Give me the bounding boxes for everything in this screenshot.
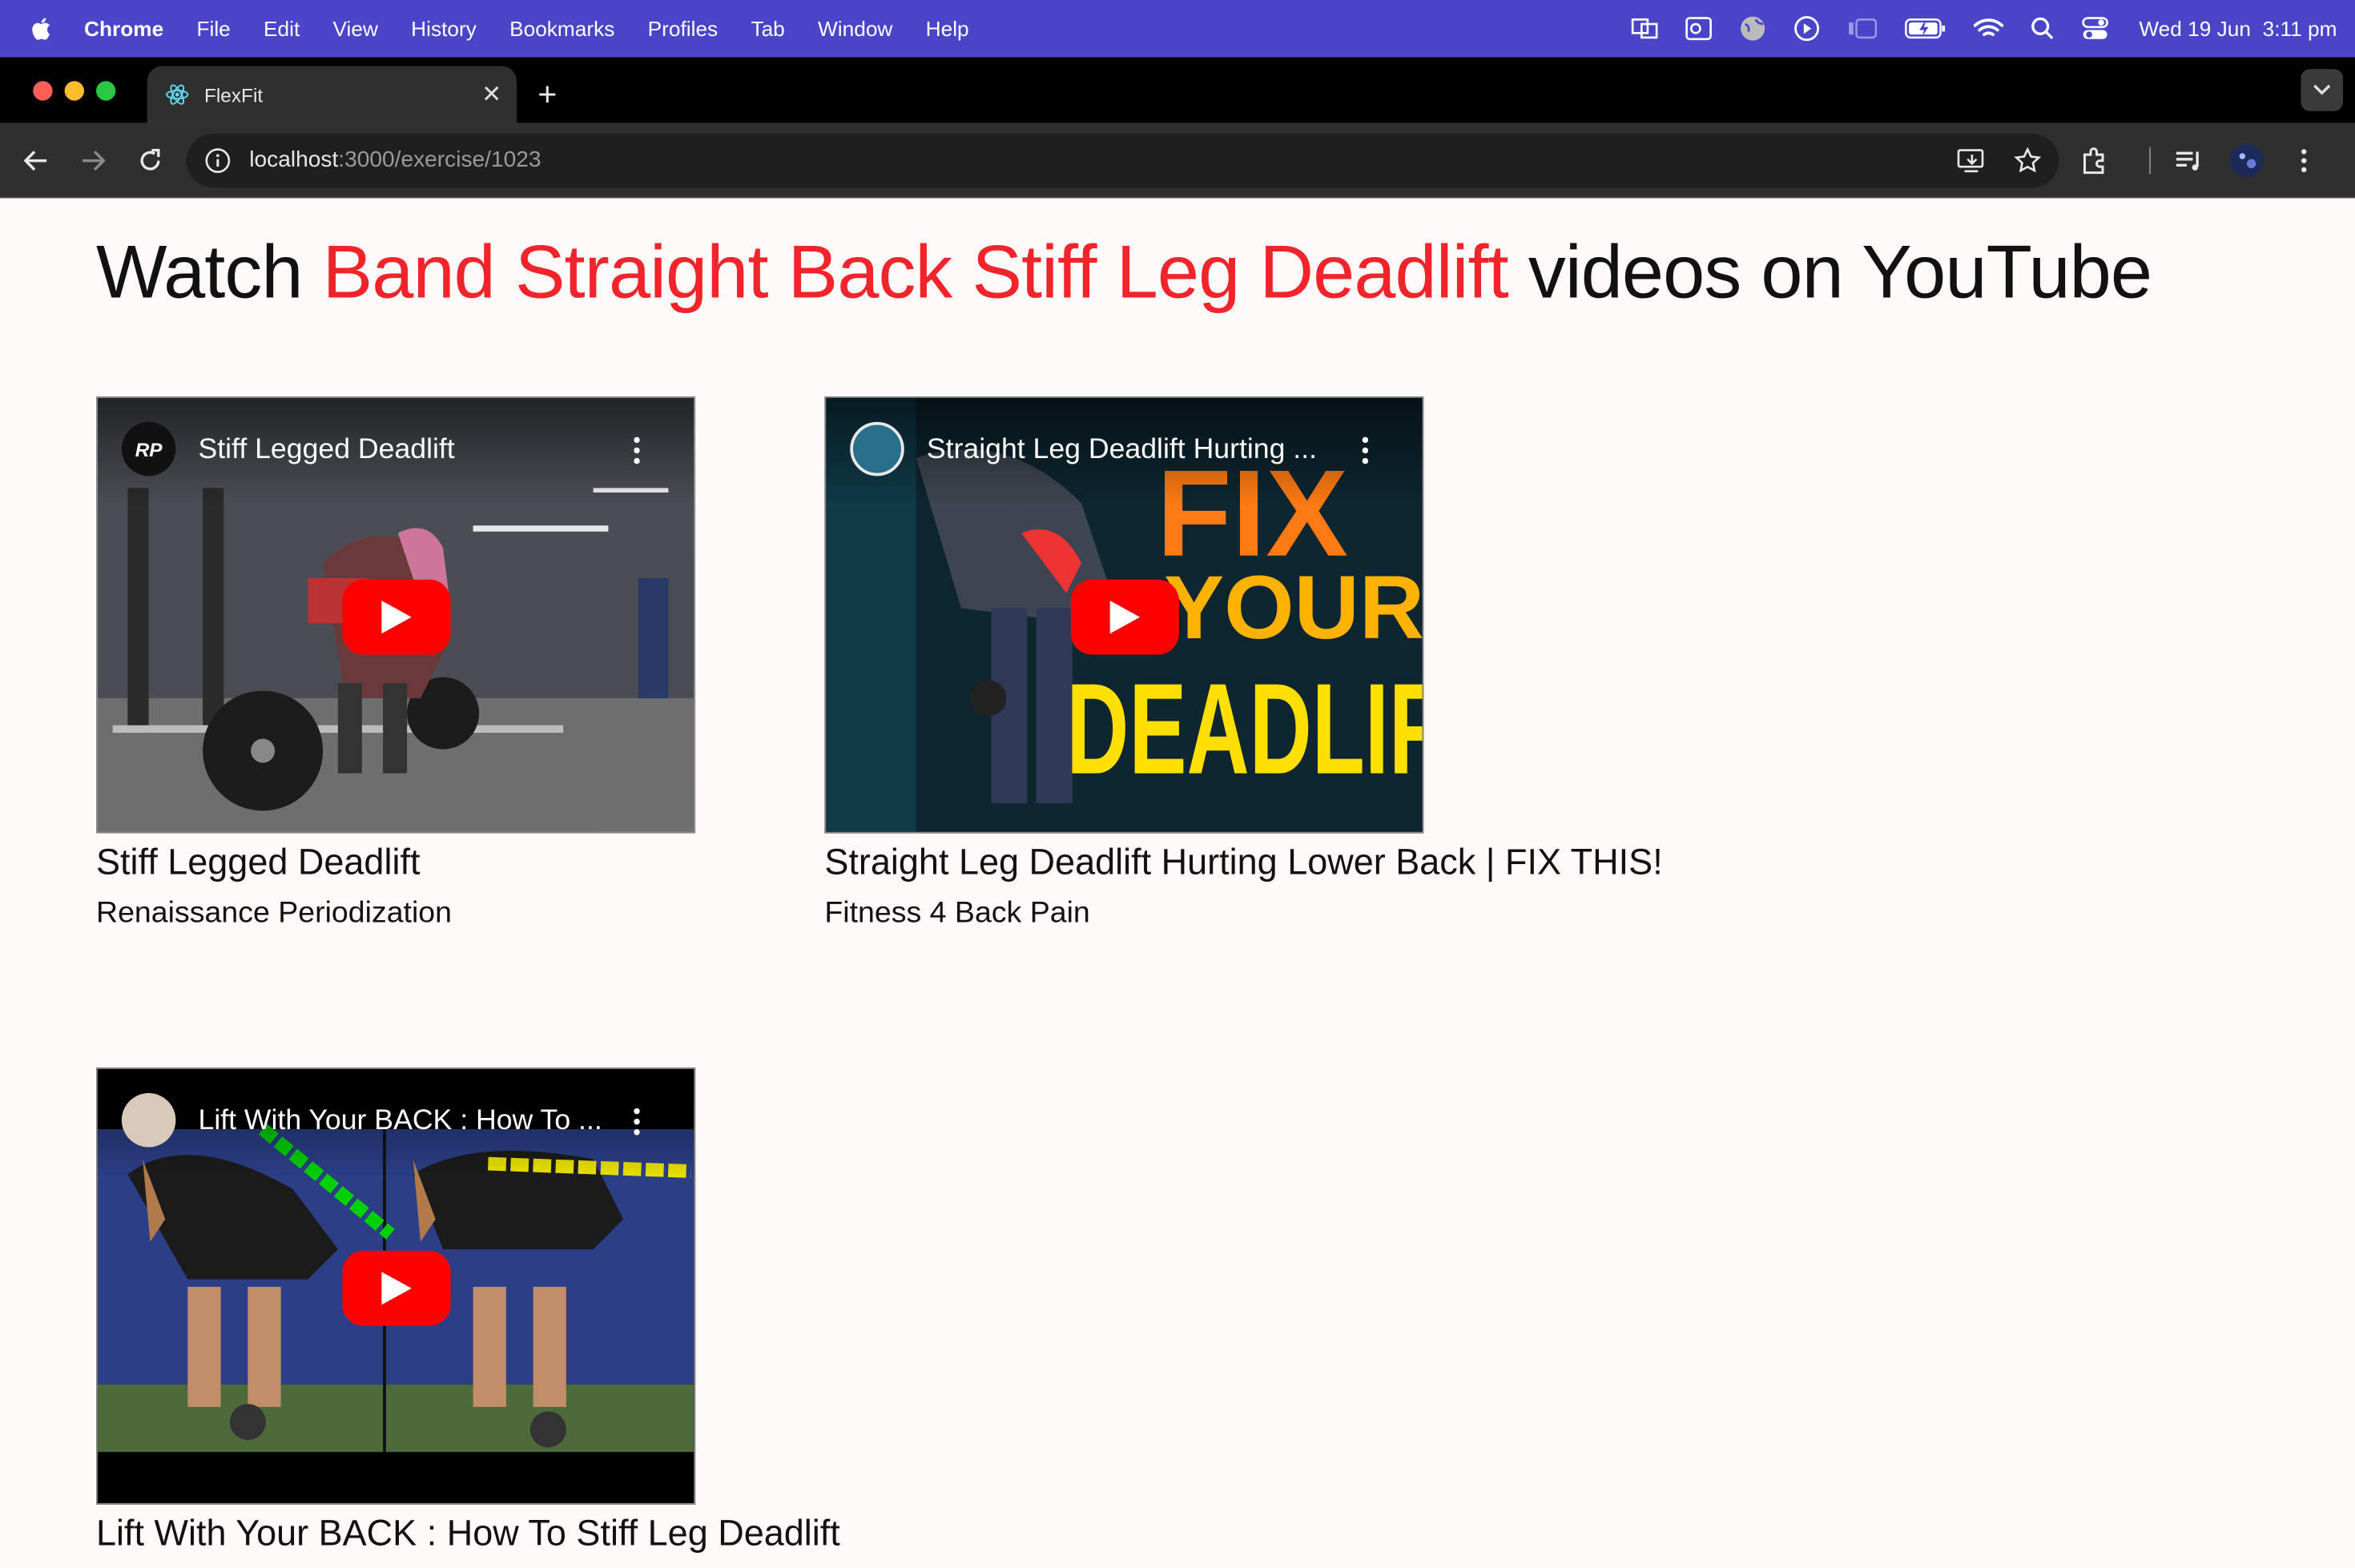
site-info-icon[interactable] [204,147,231,174]
menu-help[interactable]: Help [926,17,969,41]
tab-title: FlexFit [204,83,264,107]
more-options-icon[interactable] [1362,436,1369,464]
page-heading: Watch Band Straight Back Stiff Leg Deadl… [96,199,2259,364]
video-title[interactable]: Straight Leg Deadlift Hurting Lower Back… [824,842,1725,885]
video-card[interactable]: FIX YOUR DEADLIF Straight Leg Deadlift H… [824,396,1725,931]
stage-manager-icon[interactable] [1848,18,1878,39]
address-bar[interactable]: localhost:3000/exercise/1023 [186,132,2059,187]
translate-status-icon[interactable] [1632,18,1659,39]
toolbar-divider [2149,146,2151,174]
media-controls-button[interactable] [2169,139,2212,181]
avatar-icon [2230,143,2264,177]
url-path: :3000/exercise/1023 [338,147,541,173]
extensions-button[interactable] [2074,139,2116,181]
apple-icon[interactable] [30,15,54,42]
battery-icon[interactable] [1905,18,1947,39]
minimize-window-button[interactable] [64,80,84,100]
youtube-play-button[interactable] [1069,578,1178,654]
video-overlay-title[interactable]: Straight Leg Deadlift Hurting ... [927,434,1317,467]
browser-tab-strip: FlexFit ✕ + [0,57,2355,123]
reload-button[interactable] [129,139,171,181]
menu-bookmarks[interactable]: Bookmarks [509,17,614,41]
chevron-down-icon [2313,84,2331,95]
menu-edit[interactable]: Edit [264,17,300,41]
globe-status-icon[interactable] [1740,15,1767,42]
arrow-right-icon [83,150,106,171]
zoom-window-button[interactable] [96,80,116,100]
back-button[interactable] [15,139,58,181]
forward-button[interactable] [72,139,115,181]
active-tab[interactable]: FlexFit ✕ [147,66,517,123]
heading-prefix: Watch [96,229,303,314]
window-controls [0,57,147,123]
kebab-menu-icon [2301,148,2307,172]
thumb-text-your: YOUR [1164,557,1423,657]
chrome-menu-button[interactable] [2283,139,2325,181]
menu-history[interactable]: History [411,17,477,41]
menu-view[interactable]: View [332,17,377,41]
arrow-left-icon [24,150,47,171]
video-card[interactable]: Lift With Your BACK : How To ... Lift Wi… [96,1067,997,1567]
video-thumbnail[interactable]: FIX YOUR DEADLIF Straight Leg Deadlift H… [824,396,1424,834]
menu-profiles[interactable]: Profiles [648,17,719,41]
menubar-clock[interactable]: Wed 19 Jun 3:11 pm [2139,17,2337,41]
puzzle-icon [2083,147,2104,174]
play-status-icon[interactable] [1793,15,1821,42]
profile-avatar[interactable] [2226,139,2268,181]
youtube-play-button[interactable] [341,1249,450,1325]
macos-menubar: Chrome File Edit View History Bookmarks … [0,0,2355,58]
thumb-text-deadlift: DEADLIF [1066,657,1422,802]
play-icon [1109,600,1140,633]
menubar-time: 3:11 pm [2262,16,2337,41]
close-tab-icon[interactable]: ✕ [481,79,501,110]
outlook-status-icon[interactable] [1685,17,1713,41]
menubar-date: Wed 19 Jun [2139,16,2252,41]
menu-app-chrome[interactable]: Chrome [84,17,163,41]
video-channel: Fitness 4 Back Pain [824,896,1090,930]
react-favicon-icon [166,84,189,105]
play-icon [380,600,411,633]
menu-tab[interactable]: Tab [751,17,784,41]
reload-icon [140,147,160,170]
channel-logo[interactable]: RP [121,421,176,476]
spotlight-search-icon[interactable] [2031,17,2055,41]
youtube-play-button[interactable] [341,578,450,654]
play-icon [380,1271,411,1305]
browser-toolbar: localhost:3000/exercise/1023 [0,123,2355,199]
close-window-button[interactable] [33,80,53,100]
control-center-icon[interactable] [2082,17,2109,41]
exercise-name: Band Straight Back Stiff Leg Deadlift [322,229,1509,314]
new-tab-button[interactable]: + [537,66,557,123]
channel-logo[interactable] [850,421,904,476]
install-app-icon[interactable] [1957,147,1987,174]
video-thumbnail[interactable]: RP Stiff Legged Deadlift [96,396,696,834]
video-overlay-title[interactable]: Lift With Your BACK : How To ... [199,1105,602,1138]
video-title[interactable]: Lift With Your BACK : How To Stiff Leg D… [96,1514,997,1556]
more-options-icon[interactable] [634,1108,640,1136]
url-host: localhost [249,147,339,173]
tab-search-button[interactable] [2301,69,2343,111]
channel-logo[interactable] [121,1093,176,1148]
more-options-icon[interactable] [634,436,640,464]
menu-window[interactable]: Window [818,17,892,41]
video-thumbnail[interactable]: Lift With Your BACK : How To ... [96,1067,696,1505]
video-overlay-title[interactable]: Stiff Legged Deadlift [199,434,455,467]
menu-file[interactable]: File [196,17,230,41]
url-text[interactable]: localhost:3000/exercise/1023 [249,147,1930,173]
heading-suffix: videos on YouTube [1528,229,2152,314]
page-content: Watch Band Straight Back Stiff Leg Deadl… [0,199,2355,1554]
wifi-icon[interactable] [1974,18,2004,39]
bookmark-star-icon[interactable] [2014,146,2042,174]
playlist-icon [2176,151,2199,170]
